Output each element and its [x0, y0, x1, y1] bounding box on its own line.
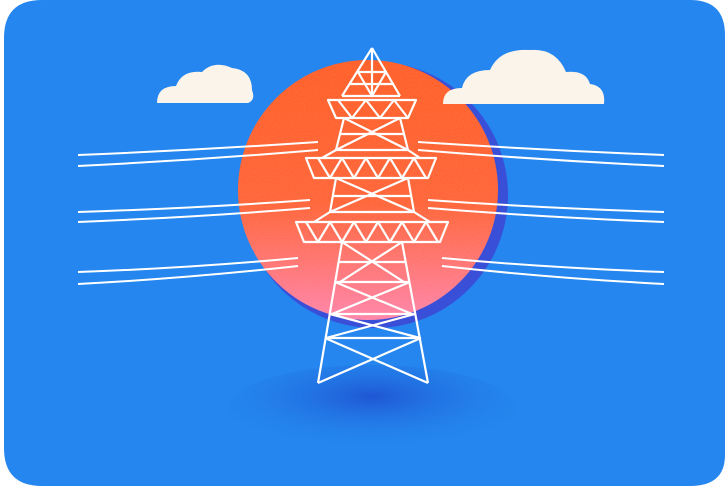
power-tower-illustration — [4, 0, 725, 486]
ground-shadow — [227, 365, 517, 455]
illustration-card — [0, 0, 725, 486]
